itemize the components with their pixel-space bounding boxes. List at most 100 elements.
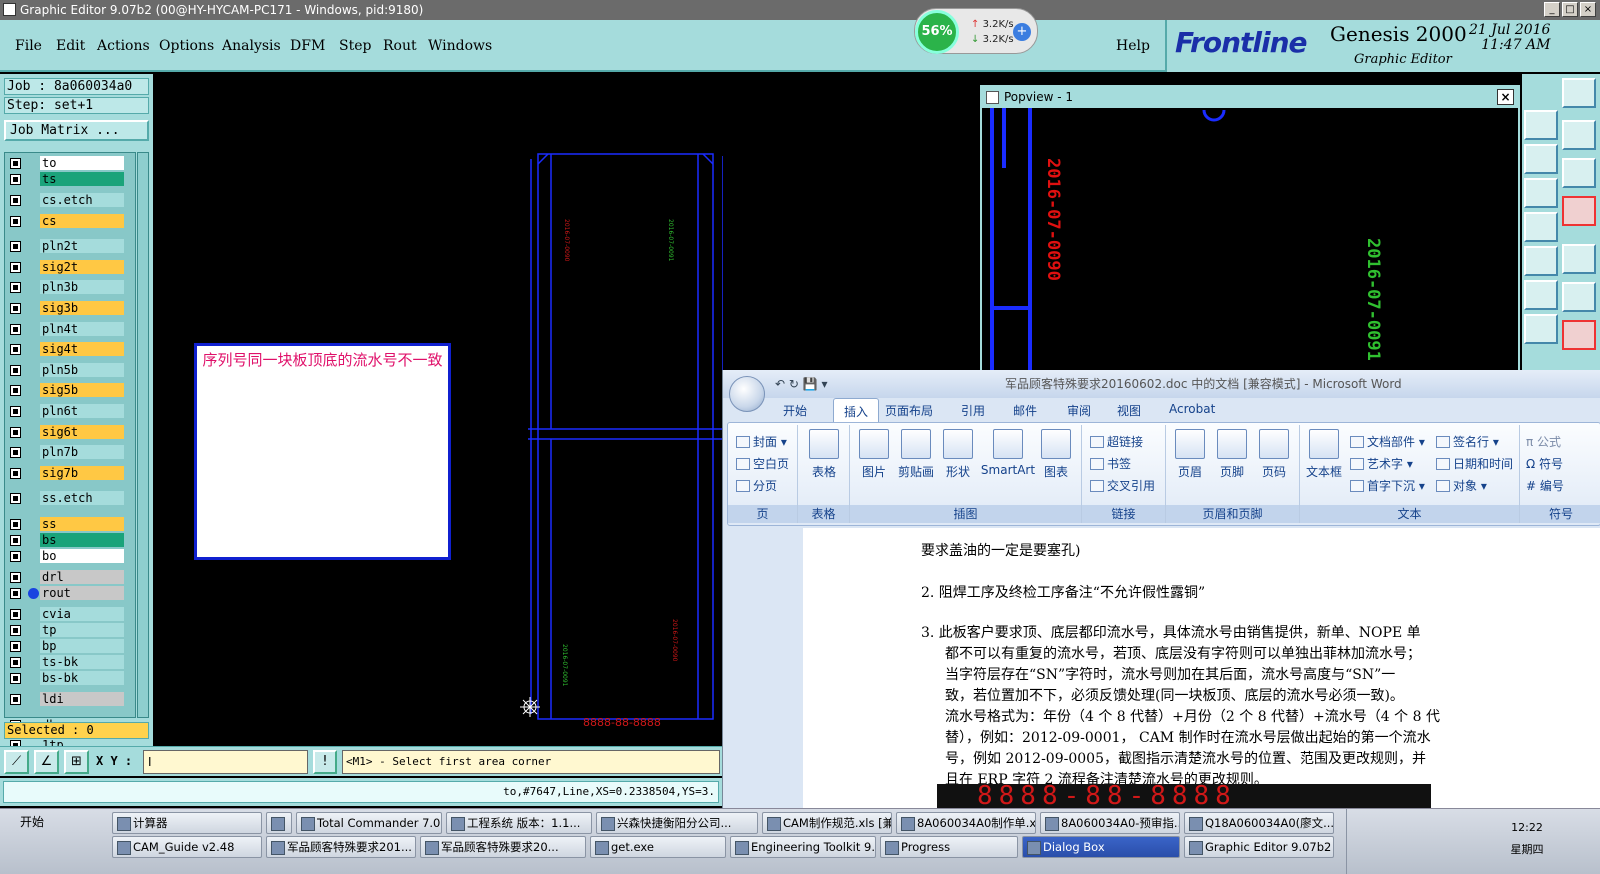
layer-row-pln5b[interactable]: pln5b xyxy=(7,362,125,378)
measure-icon[interactable]: ∠ xyxy=(34,750,59,774)
menu-step[interactable]: Step xyxy=(339,38,371,54)
equation-button[interactable]: π 公式 xyxy=(1526,433,1561,450)
layer-checkbox[interactable] xyxy=(10,657,21,668)
layer-name[interactable]: bp xyxy=(40,639,124,653)
tool-button[interactable] xyxy=(1562,320,1596,350)
layer-checkbox[interactable] xyxy=(10,426,21,438)
layer-name[interactable]: ss.etch xyxy=(40,491,124,506)
layer-checkbox[interactable] xyxy=(10,215,21,227)
tool-button[interactable] xyxy=(1524,144,1558,174)
layer-row-pln2t[interactable]: pln2t xyxy=(7,239,125,254)
taskbar-item[interactable]: 工程系统 版本：1.1... xyxy=(446,812,592,834)
layer-row-cvia[interactable]: cvia xyxy=(7,607,125,622)
header-button[interactable]: 页眉 xyxy=(1168,429,1212,480)
tool-button[interactable] xyxy=(1524,246,1558,276)
quickparts-button[interactable]: 文档部件 ▾ xyxy=(1350,433,1425,450)
layer-name[interactable]: ts-bk xyxy=(40,655,124,669)
table-button[interactable]: 表格 xyxy=(802,429,846,480)
layer-row-sig2t[interactable]: sig2t xyxy=(7,259,125,275)
menu-file[interactable]: File xyxy=(15,38,42,54)
xy-input[interactable]: I xyxy=(143,750,308,774)
layer-checkbox[interactable] xyxy=(10,241,21,253)
layer-row-sig5b[interactable]: sig5b xyxy=(7,383,125,398)
tool-button[interactable] xyxy=(1562,120,1596,150)
tool-button[interactable] xyxy=(1562,282,1596,312)
tool-button-active[interactable] xyxy=(1562,196,1596,226)
layer-list-scrollbar[interactable] xyxy=(137,152,149,718)
layer-name[interactable]: pln7b xyxy=(40,445,124,460)
taskbar-item[interactable]: Engineering Toolkit 9.07... xyxy=(730,836,876,858)
layer-checkbox[interactable] xyxy=(10,158,21,169)
layer-name[interactable]: sig7b xyxy=(40,465,124,480)
network-speed-widget[interactable]: 56% ↑ 3.2K/s ↓ 3.2K/s + xyxy=(914,8,1038,54)
layer-checkbox[interactable] xyxy=(10,364,21,376)
layer-row-cs.etch[interactable]: cs.etch xyxy=(7,193,125,208)
chart-button[interactable]: 图表 xyxy=(1034,429,1078,480)
tool-button[interactable] xyxy=(1524,110,1558,140)
tool-button[interactable] xyxy=(1562,244,1596,274)
layer-name[interactable]: cs xyxy=(40,213,124,228)
tool-button[interactable] xyxy=(1524,280,1558,310)
layer-checkbox[interactable] xyxy=(10,344,21,356)
page-number-button[interactable]: 页码 xyxy=(1252,429,1296,480)
layer-row-rout[interactable]: rout xyxy=(7,586,125,601)
layer-name[interactable]: bs xyxy=(40,533,124,547)
layer-name[interactable]: ts xyxy=(40,172,124,186)
taskbar-item[interactable]: get.exe xyxy=(590,836,726,858)
layer-row-cs[interactable]: cs xyxy=(7,213,125,229)
layer-checkbox[interactable] xyxy=(10,467,21,479)
layer-name[interactable]: sig3b xyxy=(40,301,124,315)
job-matrix-button[interactable]: Job Matrix ... xyxy=(4,120,149,141)
layer-checkbox[interactable] xyxy=(10,447,21,459)
layer-row-pln3b[interactable]: pln3b xyxy=(7,280,125,295)
taskbar-item[interactable]: 军品顾客特殊要求20... xyxy=(420,836,586,858)
layer-row-drl[interactable]: drl xyxy=(7,570,125,585)
textbox-button[interactable]: 文本框 xyxy=(1302,429,1346,480)
layer-row-ts[interactable]: ts xyxy=(7,172,125,187)
layer-checkbox[interactable] xyxy=(10,261,21,273)
layer-name[interactable]: pln5b xyxy=(40,362,124,377)
taskbar-item[interactable]: 8A060034A0制作单.xl... xyxy=(896,812,1036,834)
layer-checkbox[interactable] xyxy=(10,282,21,294)
footer-button[interactable]: 页脚 xyxy=(1210,429,1254,480)
layer-name[interactable]: pln4t xyxy=(40,321,124,336)
ribbon-tab[interactable]: 审阅 xyxy=(1067,402,1091,419)
taskbar-item[interactable]: 8A060034A0-预审指... xyxy=(1040,812,1180,834)
layer-row-sig3b[interactable]: sig3b xyxy=(7,301,125,316)
dropcap-button[interactable]: 首字下沉 ▾ xyxy=(1350,477,1425,494)
layer-checkbox[interactable] xyxy=(10,195,21,206)
layer-name[interactable]: tp xyxy=(40,623,124,637)
bookmark-button[interactable]: 书签 xyxy=(1090,455,1131,472)
layer-name[interactable]: drl xyxy=(40,570,124,584)
page-break-button[interactable]: 分页 xyxy=(736,477,777,494)
taskbar-item[interactable]: Dialog Box xyxy=(1022,836,1180,858)
plus-icon[interactable]: + xyxy=(1013,23,1031,41)
ribbon-tab[interactable]: 页面布局 xyxy=(885,402,933,419)
layer-row-ss.etch[interactable]: ss.etch xyxy=(7,491,125,506)
layer-checkbox[interactable] xyxy=(10,609,21,620)
layer-name[interactable]: ldi xyxy=(40,692,124,706)
layer-name[interactable]: bo xyxy=(40,549,124,563)
layer-row-to[interactable]: to xyxy=(7,156,125,171)
ribbon-tab[interactable]: Acrobat xyxy=(1169,402,1215,416)
taskbar-item[interactable]: Q18A060034A0(廖文... xyxy=(1184,812,1334,834)
snap-icon[interactable]: ⟋ xyxy=(4,750,29,774)
layer-row-sig7b[interactable]: sig7b xyxy=(7,465,125,481)
menu-analysis[interactable]: Analysis xyxy=(222,38,281,54)
layer-row-bp[interactable]: bp xyxy=(7,639,125,654)
cover-button[interactable]: 封面 ▾ xyxy=(736,433,787,450)
layer-row-ss[interactable]: ss xyxy=(7,517,125,532)
layer-name[interactable]: cs.etch xyxy=(40,193,124,207)
help-icon[interactable] xyxy=(1562,158,1596,188)
grid-icon[interactable]: ⊞ xyxy=(64,750,89,774)
layer-row-bo[interactable]: bo xyxy=(7,549,125,564)
layer-name[interactable]: cvia xyxy=(40,607,124,621)
signature-line-button[interactable]: 签名行 ▾ xyxy=(1436,433,1499,450)
popview-close-button[interactable]: × xyxy=(1497,89,1514,105)
layer-checkbox[interactable] xyxy=(10,694,21,705)
alert-icon[interactable]: ! xyxy=(313,750,337,774)
layer-checkbox[interactable] xyxy=(10,493,21,505)
layer-checkbox[interactable] xyxy=(10,673,21,684)
layer-name[interactable]: sig2t xyxy=(40,259,124,274)
clipart-button[interactable]: 剪贴画 xyxy=(894,429,938,480)
